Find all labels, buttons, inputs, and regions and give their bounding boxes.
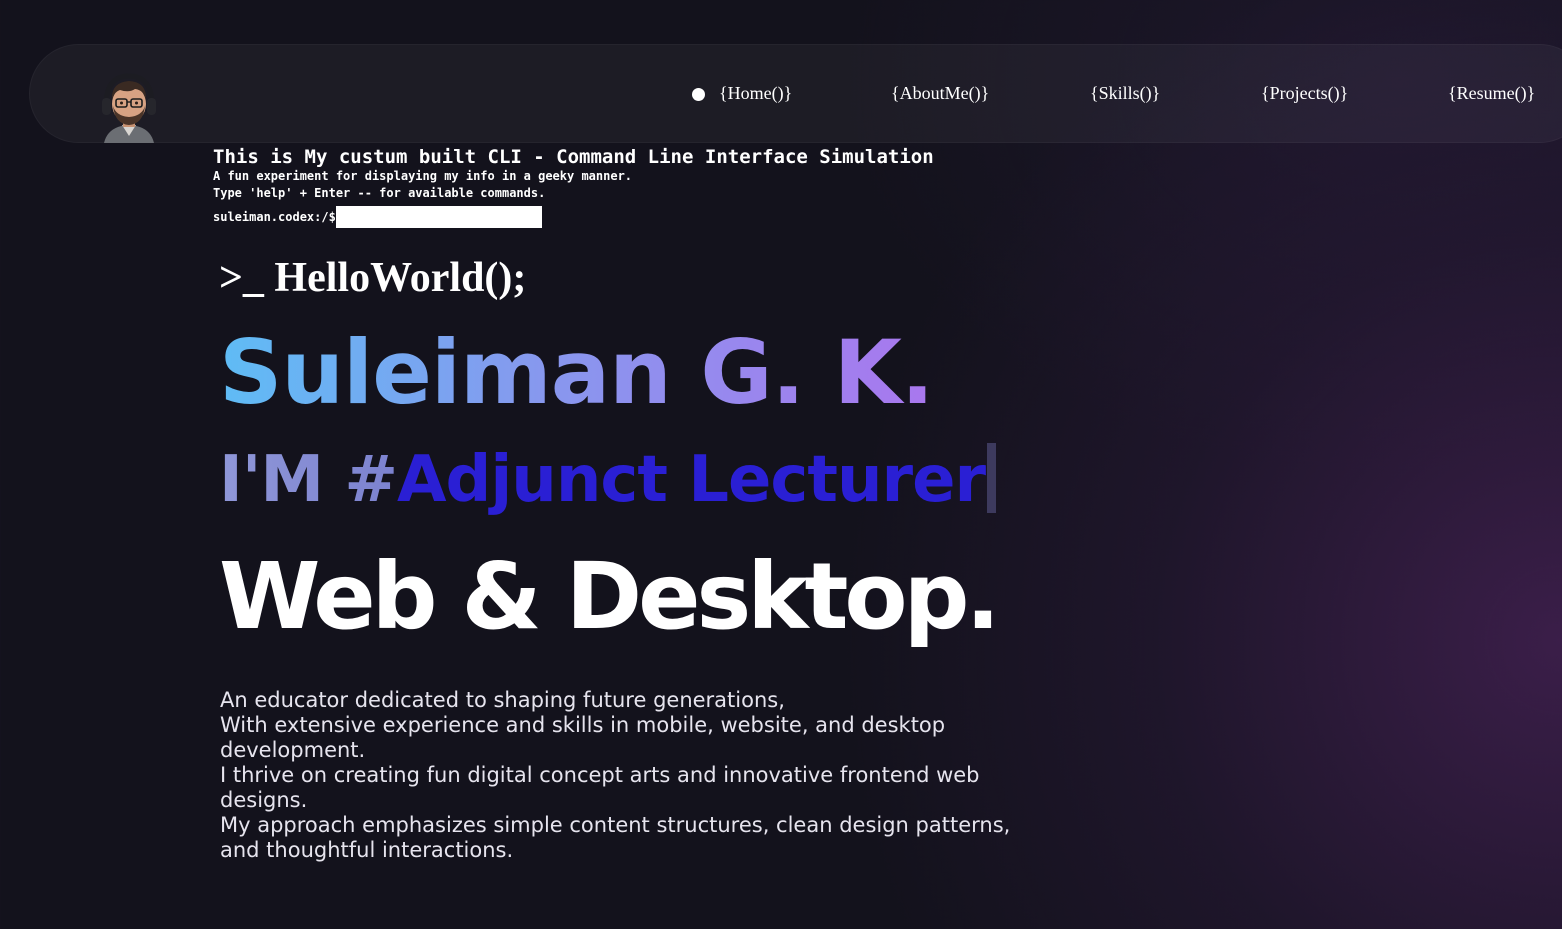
bio-line: My approach emphasizes simple content st… xyxy=(220,813,1011,862)
cli-panel: This is My custum built CLI - Command Li… xyxy=(213,146,934,202)
cli-command-input[interactable] xyxy=(335,205,542,228)
nav-projects-link[interactable]: {Projects()} xyxy=(1261,82,1348,104)
cli-prompt: suleiman.codex:/$ xyxy=(213,209,336,224)
hello-world-heading: >_ HelloWorld(); xyxy=(219,255,527,301)
bio-text: An educator dedicated to shaping future … xyxy=(220,688,1020,863)
role-heading: I'M #Adjunct Lecturer xyxy=(219,440,997,520)
nav-skills-link[interactable]: {Skills()} xyxy=(1090,82,1160,104)
name-heading: Suleiman G. K. xyxy=(219,318,934,428)
nav-home-link[interactable]: {Home()} xyxy=(719,82,792,104)
tagline-heading: Web & Desktop. xyxy=(219,543,1000,650)
cli-prompt-row: suleiman.codex:/$ xyxy=(213,205,542,228)
avatar-icon xyxy=(102,73,156,143)
bio-line: With extensive experience and skills in … xyxy=(220,713,946,762)
cli-subtitle: A fun experiment for displaying my info … xyxy=(213,169,633,183)
role-prefix: I'M # xyxy=(219,443,398,517)
typing-cursor xyxy=(987,443,997,513)
bio-line: An educator dedicated to shaping future … xyxy=(220,688,785,712)
avatar[interactable] xyxy=(100,70,158,143)
cli-help-hint: Type 'help' + Enter -- for available com… xyxy=(213,186,546,200)
cli-title: This is My custum built CLI - Command Li… xyxy=(213,146,934,168)
bio-line: I thrive on creating fun digital concept… xyxy=(220,763,980,812)
role-typed-text: Adjunct Lecturer xyxy=(397,443,986,517)
nav-aboutme-link[interactable]: {AboutMe()} xyxy=(891,82,989,104)
nav-resume-link[interactable]: {Resume()} xyxy=(1448,82,1535,104)
nav-links: {Home()} {AboutMe()} {Skills()} {Project… xyxy=(0,82,1562,106)
